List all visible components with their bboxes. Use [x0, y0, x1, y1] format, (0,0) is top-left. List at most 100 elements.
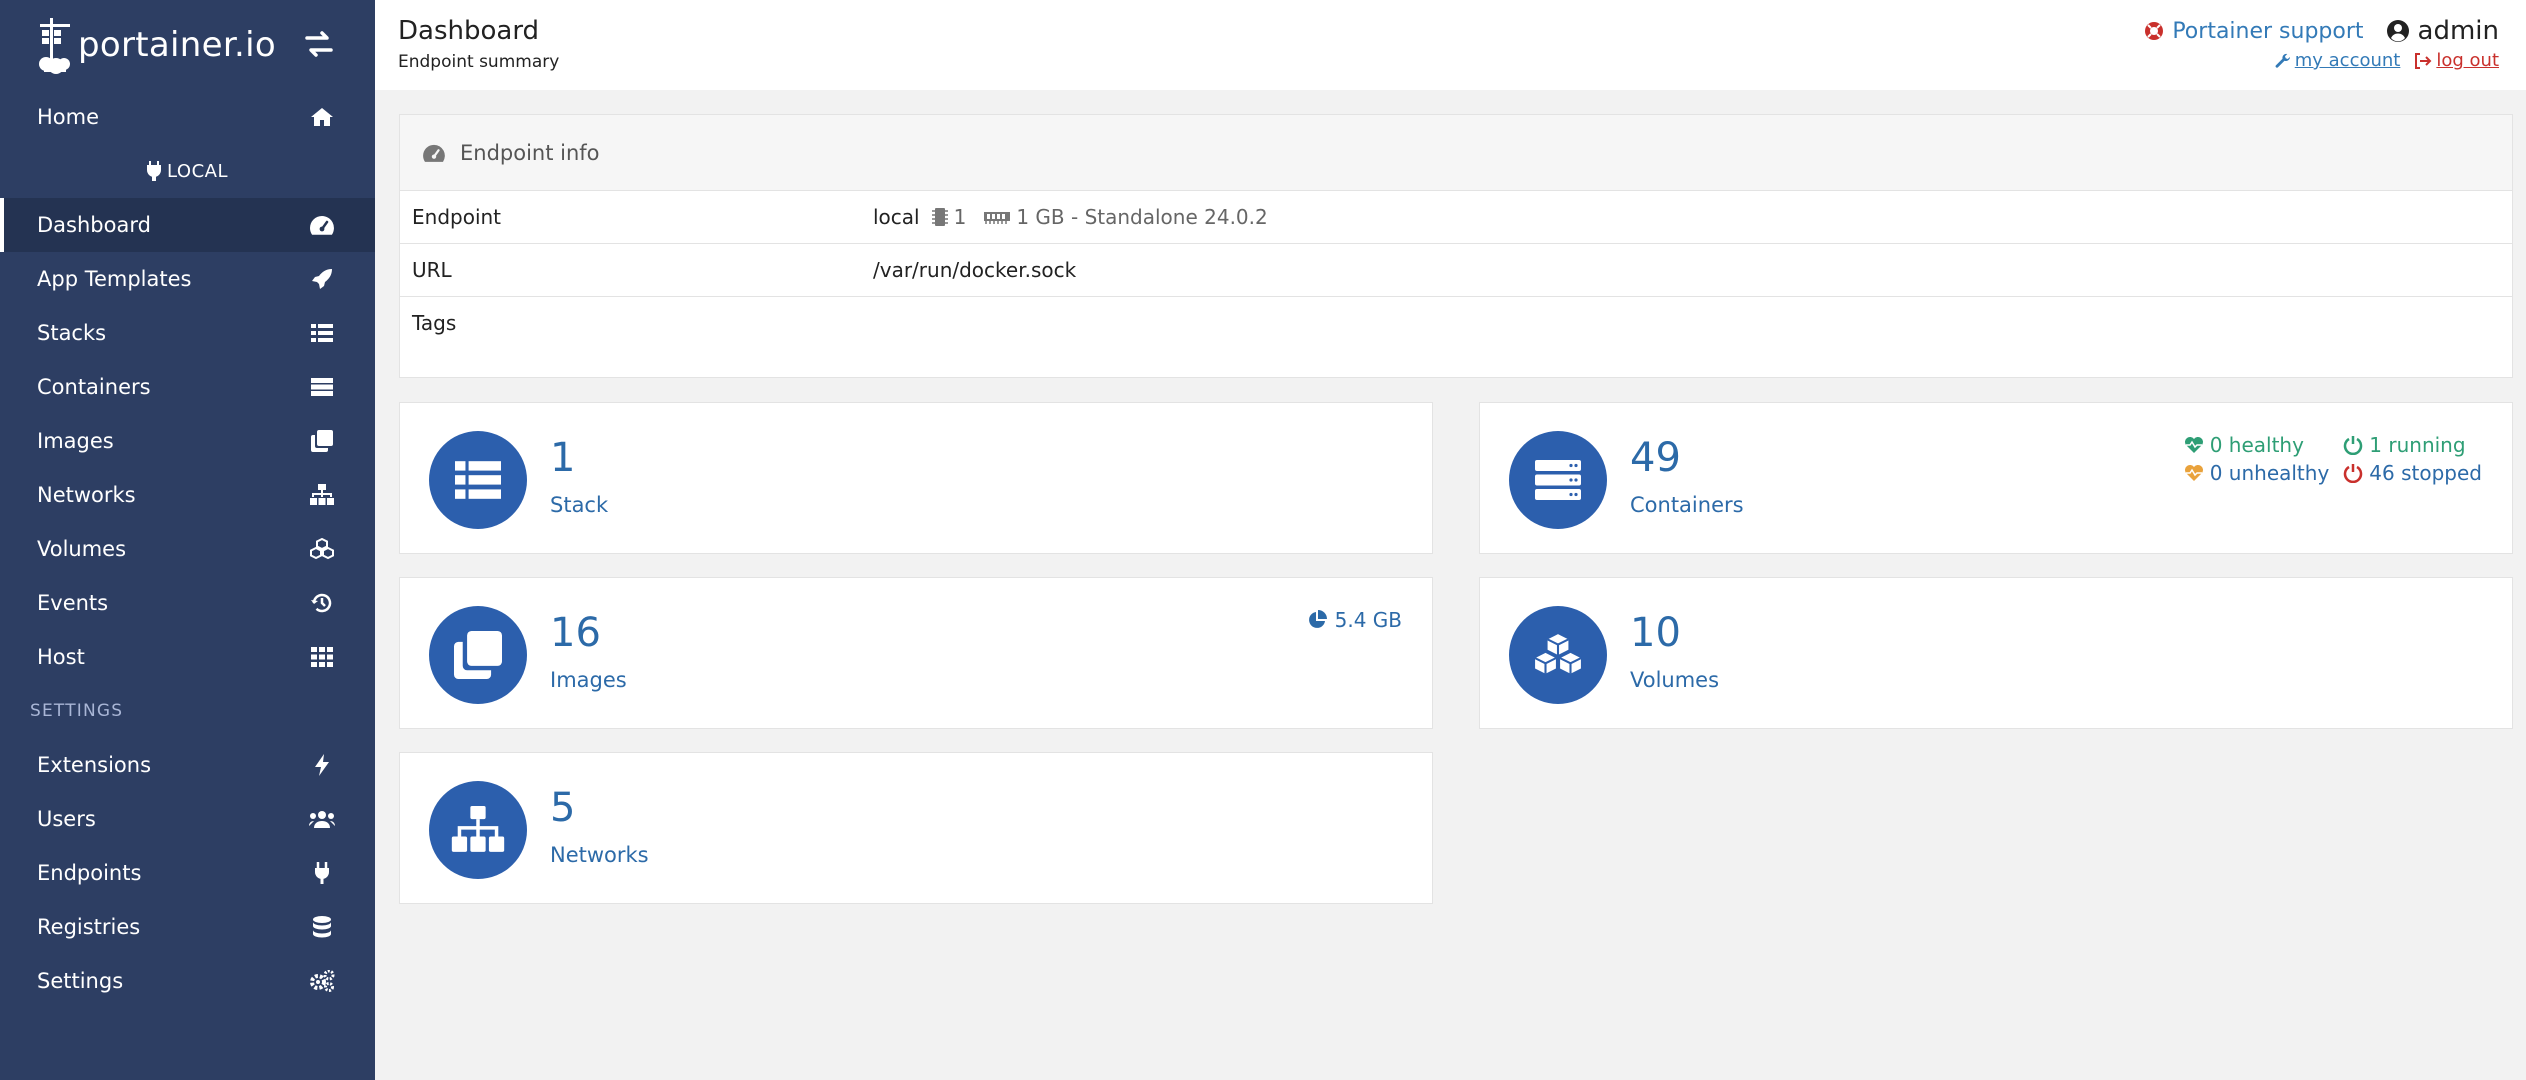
networks-label: Networks	[550, 843, 649, 867]
sidebar: portainer.io Home LOCAL Dashboard App Te…	[0, 0, 375, 1080]
endpoint-name-value: local	[873, 205, 920, 229]
list-icon	[455, 461, 501, 499]
wrench-icon	[2275, 53, 2290, 68]
sidebar-item-label: App Templates	[37, 267, 192, 291]
images-card-icon	[429, 606, 527, 704]
heartbeat-icon	[2184, 465, 2203, 481]
clone-icon	[309, 428, 335, 454]
sidebar-item-label: Users	[37, 807, 96, 831]
home-icon	[309, 104, 335, 130]
cogs-icon	[309, 968, 335, 994]
sidebar-item-label: Volumes	[37, 537, 127, 561]
sidebar-item-networks[interactable]: Networks	[0, 468, 375, 522]
memory-info: 1 GB - Standalone 24.0.2	[1016, 205, 1268, 229]
url-value: /var/run/docker.sock	[873, 258, 1077, 282]
containers-card-icon	[1509, 431, 1607, 529]
volumes-card[interactable]: 10 Volumes	[1479, 577, 2513, 729]
sidebar-item-label: Registries	[37, 915, 141, 939]
networks-count: 5	[550, 785, 576, 831]
sidebar-item-images[interactable]: Images	[0, 414, 375, 468]
sitemap-icon	[309, 482, 335, 508]
bolt-icon	[309, 752, 335, 778]
sidebar-item-registries[interactable]: Registries	[0, 900, 375, 954]
sidebar-item-label: Host	[37, 645, 85, 669]
stack-card-icon	[429, 431, 527, 529]
sidebar-item-containers[interactable]: Containers	[0, 360, 375, 414]
user-menu: Portainer support admin my account log o…	[2144, 16, 2499, 71]
portainer-logo-icon	[39, 18, 70, 74]
th-icon	[309, 644, 335, 670]
running-stat: 1 running	[2343, 433, 2482, 457]
plug-icon	[309, 860, 335, 886]
support-link[interactable]: Portainer support	[2144, 18, 2364, 44]
containers-label: Containers	[1630, 493, 1744, 517]
endpoint-info-header: Endpoint info	[400, 115, 2512, 191]
sidebar-item-label: Endpoints	[37, 861, 142, 885]
my-account-link[interactable]: my account	[2275, 50, 2400, 71]
endpoint-row: Endpoint local 1 1 GB - Standalone 24.0.…	[400, 191, 2512, 244]
tags-key: Tags	[412, 311, 457, 335]
sidebar-item-endpoints[interactable]: Endpoints	[0, 846, 375, 900]
containers-card[interactable]: 49 Containers 0 healthy 1 running 0 unhe…	[1479, 402, 2513, 554]
containers-count: 49	[1630, 435, 1681, 481]
images-card[interactable]: 16 Images 5.4 GB	[399, 577, 1433, 729]
sidebar-item-settings[interactable]: Settings	[0, 954, 375, 1008]
support-icon	[2145, 22, 2164, 40]
images-size-label: 5.4 GB	[1334, 608, 1402, 632]
sidebar-item-label: Dashboard	[37, 213, 151, 237]
sidebar-item-users[interactable]: Users	[0, 792, 375, 846]
sidebar-item-app-templates[interactable]: App Templates	[0, 252, 375, 306]
images-label: Images	[550, 668, 627, 692]
sidebar-item-events[interactable]: Events	[0, 576, 375, 630]
volumes-card-icon	[1509, 606, 1607, 704]
sidebar-item-extensions[interactable]: Extensions	[0, 738, 375, 792]
list-icon	[309, 320, 335, 346]
tachometer-icon	[423, 144, 445, 162]
sidebar-item-home[interactable]: Home	[0, 90, 375, 144]
server-icon	[309, 374, 335, 400]
networks-card-icon	[429, 781, 527, 879]
users-icon	[309, 806, 335, 832]
cubes-icon	[309, 536, 335, 562]
history-icon	[309, 590, 335, 616]
sitemap-icon	[451, 806, 505, 852]
username: admin	[2386, 16, 2499, 46]
user-circle-icon	[2386, 20, 2409, 42]
exchange-icon[interactable]	[303, 30, 335, 58]
brand[interactable]: portainer.io	[0, 0, 375, 90]
endpoint-key: Endpoint	[412, 205, 502, 229]
pie-chart-icon	[1308, 610, 1327, 628]
sidebar-item-host[interactable]: Host	[0, 630, 375, 684]
logout-link[interactable]: log out	[2414, 50, 2499, 71]
rocket-icon	[309, 266, 335, 292]
power-icon	[2344, 436, 2363, 455]
brand-name: portainer.io	[78, 25, 276, 65]
sidebar-item-stacks[interactable]: Stacks	[0, 306, 375, 360]
cubes-icon	[1534, 634, 1582, 674]
tachometer-icon	[309, 212, 335, 238]
endpoint-indicator: LOCAL	[0, 144, 375, 198]
stack-card[interactable]: 1 Stack	[399, 402, 1433, 554]
endpoint-value: local 1 1 GB - Standalone 24.0.2	[873, 205, 1268, 229]
power-icon	[2344, 464, 2363, 483]
plug-icon	[147, 161, 162, 181]
networks-card[interactable]: 5 Networks	[399, 752, 1433, 904]
microchip-icon	[931, 208, 948, 226]
running-label: 1 running	[2369, 433, 2466, 457]
page-subtitle: Endpoint summary	[398, 52, 560, 72]
url-row: URL /var/run/docker.sock	[400, 244, 2512, 297]
sign-out-icon	[2415, 52, 2432, 69]
sidebar-item-volumes[interactable]: Volumes	[0, 522, 375, 576]
unhealthy-stat: 0 unhealthy	[2184, 461, 2330, 485]
endpoint-info-title: Endpoint info	[460, 140, 600, 165]
memory-icon	[984, 212, 1011, 224]
unhealthy-label: 0 unhealthy	[2209, 461, 2330, 485]
server-icon	[1535, 460, 1581, 500]
sidebar-item-label: Extensions	[37, 753, 152, 777]
sidebar-item-dashboard[interactable]: Dashboard	[0, 198, 375, 252]
support-label: Portainer support	[2172, 18, 2364, 44]
endpoint-info-widget: Endpoint info Endpoint local 1 1 GB - St…	[399, 114, 2513, 378]
stopped-stat: 46 stopped	[2343, 461, 2482, 485]
page-header: Dashboard Endpoint summary Portainer sup…	[375, 0, 2526, 90]
healthy-stat: 0 healthy	[2184, 433, 2330, 457]
